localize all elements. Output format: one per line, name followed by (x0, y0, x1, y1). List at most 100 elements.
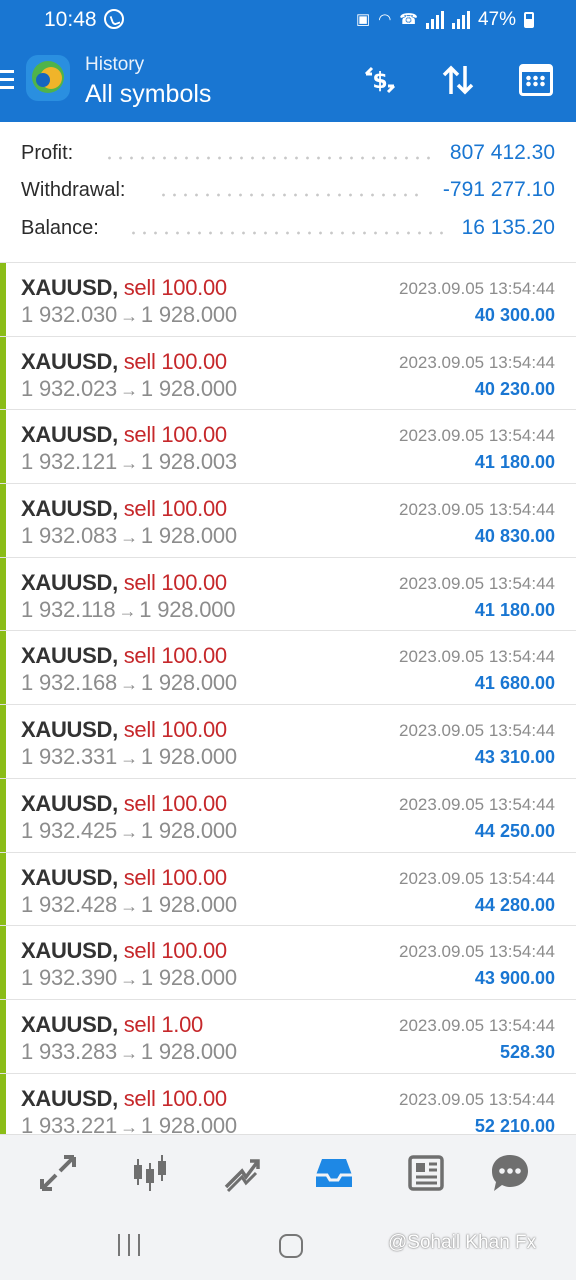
dollar-transfer-icon[interactable]: $ (360, 60, 400, 100)
summary-label: Profit: (21, 142, 74, 164)
summary-row-withdrawal: Withdrawal: -791 277.10 (0, 173, 576, 209)
chart-icon[interactable] (126, 1149, 174, 1197)
deal-profit: 44 280.00 (474, 894, 555, 915)
sort-arrows-icon[interactable] (438, 60, 478, 100)
summary-value: -791 277.10 (442, 178, 555, 201)
svg-text:$: $ (372, 69, 387, 94)
deal-symbol: XAUUSD, (21, 275, 118, 300)
deal-side: sell 100.00 (123, 275, 227, 300)
header-subtitle: History (85, 54, 145, 75)
messages-icon[interactable] (486, 1149, 534, 1197)
battery-saver-icon: ▣ (356, 11, 371, 28)
deal-close-price: 1 928.000 (140, 965, 237, 991)
summary-panel: Profit: 807 412.30 Withdrawal: -791 277.… (0, 122, 576, 262)
wifi-call-icon: ☎ (399, 11, 418, 28)
app-header: History All symbols $ (0, 40, 576, 122)
deal-row[interactable]: XAUUSD, sell 100.00 1 933.221 → 1 928.000 … (0, 1072, 576, 1134)
deal-open-price: 1 933.221 (21, 1112, 118, 1134)
deal-side: sell 100.00 (123, 569, 227, 595)
deal-side: sell 1.00 (123, 1011, 204, 1037)
top-bar: 10:48 ▣ ◠ ☎ 47% History All symbols $ (0, 0, 576, 122)
deal-symbol: XAUUSD, (21, 864, 118, 890)
deal-open-price: 1 932.331 (21, 744, 118, 770)
deal-close-price: 1 928.000 (140, 744, 237, 770)
history-icon[interactable] (310, 1149, 358, 1197)
deal-row[interactable]: XAUUSD, sell 100.00 1 932.168 → 1 928.000 … (0, 630, 576, 705)
profit-indicator (0, 852, 6, 926)
deal-open-price: 1 932.030 (21, 302, 118, 327)
arrow-right-icon: → (120, 674, 138, 695)
deal-row[interactable]: XAUUSD, sell 1.00 1 933.283 → 1 928.000 20… (0, 998, 576, 1073)
quotes-icon[interactable] (34, 1149, 82, 1197)
deal-symbol: XAUUSD, (21, 1011, 118, 1037)
deal-symbol: XAUUSD, (21, 569, 118, 595)
dotted-leader (104, 156, 434, 160)
deal-symbol: XAUUSD, (21, 643, 118, 669)
deals-list[interactable]: XAUUSD, sell 100.00 1 932.030 → 1 928.000 … (0, 262, 576, 1134)
deal-profit: 528.30 (499, 1041, 555, 1062)
deal-time: 2023.09.05 13:54:44 (399, 426, 555, 446)
deal-row[interactable]: XAUUSD, sell 100.00 1 932.331 → 1 928.000 … (0, 704, 576, 778)
deal-profit: 52 210.00 (474, 1115, 555, 1134)
deal-close-price: 1 928.000 (140, 670, 237, 696)
arrow-right-icon: → (120, 527, 138, 548)
home-icon[interactable] (279, 1234, 303, 1258)
whatsapp-icon (104, 9, 124, 29)
deal-row[interactable]: XAUUSD, sell 100.00 1 932.121 → 1 928.003 … (0, 409, 576, 484)
dotted-leader (128, 231, 448, 235)
summary-label: Balance: (21, 217, 99, 239)
arrow-right-icon: → (120, 895, 138, 916)
deal-time: 2023.09.05 13:54:44 (399, 500, 555, 520)
header-title[interactable]: All symbols (85, 80, 211, 109)
calendar-icon[interactable] (516, 60, 556, 100)
deal-close-price: 1 928.000 (140, 891, 237, 917)
menu-icon[interactable] (0, 70, 14, 90)
deal-row[interactable]: XAUUSD, sell 100.00 1 932.118 → 1 928.000 … (0, 556, 576, 631)
signal-2-icon (451, 11, 470, 29)
deal-profit: 41 680.00 (474, 673, 555, 694)
battery-percent: 47% (477, 9, 516, 30)
arrow-right-icon: → (120, 748, 138, 769)
deal-side: sell 100.00 (123, 348, 227, 374)
trade-icon[interactable] (218, 1149, 266, 1197)
arrow-right-icon: → (118, 600, 137, 621)
summary-row-balance: Balance: 16 135.20 (0, 211, 576, 247)
arrow-right-icon: → (120, 453, 138, 474)
news-icon[interactable] (402, 1149, 450, 1197)
deal-time: 2023.09.05 13:54:44 (399, 573, 555, 593)
deal-side: sell 100.00 (123, 1085, 227, 1111)
deal-side: sell 100.00 (123, 717, 227, 743)
profit-indicator (0, 705, 6, 778)
deal-row[interactable]: XAUUSD, sell 100.00 1 932.083 → 1 928.000 … (0, 483, 576, 557)
profit-indicator (0, 263, 6, 336)
deal-row[interactable]: XAUUSD, sell 100.00 1 932.425 → 1 928.000 … (0, 777, 576, 852)
deal-close-price: 1 928.000 (139, 596, 236, 622)
deal-time: 2023.09.05 13:54:44 (399, 1015, 555, 1035)
deal-profit: 43 900.00 (474, 968, 555, 989)
profit-indicator (0, 484, 6, 557)
deal-close-price: 1 928.000 (140, 375, 237, 401)
deal-open-price: 1 932.428 (21, 891, 118, 917)
battery-icon (524, 12, 534, 28)
deal-row[interactable]: XAUUSD, sell 100.00 1 932.023 → 1 928.000 … (0, 335, 576, 410)
deal-row[interactable]: XAUUSD, sell 100.00 1 932.428 → 1 928.000 … (0, 851, 576, 926)
deal-time: 2023.09.05 13:54:44 (399, 1089, 555, 1109)
system-navigation: @Sohail Khan Fx (0, 1212, 576, 1280)
deal-row[interactable]: XAUUSD, sell 100.00 1 932.390 → 1 928.000 … (0, 925, 576, 999)
deal-open-price: 1 932.121 (21, 449, 118, 475)
deal-profit: 40 830.00 (474, 526, 555, 547)
arrow-right-icon: → (120, 969, 138, 990)
profit-indicator (0, 778, 6, 852)
deal-close-price: 1 928.000 (140, 523, 237, 549)
recent-apps-icon[interactable] (118, 1234, 140, 1256)
profit-indicator (0, 926, 6, 999)
deal-row[interactable]: XAUUSD, sell 100.00 1 932.030 → 1 928.000 … (0, 262, 576, 336)
deal-symbol: XAUUSD, (21, 717, 118, 743)
deal-open-price: 1 932.083 (21, 523, 118, 549)
deal-symbol: XAUUSD, (21, 1085, 118, 1111)
deal-profit: 41 180.00 (474, 599, 555, 620)
profit-indicator (0, 1073, 6, 1134)
deal-side: sell 100.00 (123, 643, 227, 669)
deal-symbol: XAUUSD, (21, 496, 118, 522)
watermark: @Sohail Khan Fx (388, 1232, 537, 1253)
